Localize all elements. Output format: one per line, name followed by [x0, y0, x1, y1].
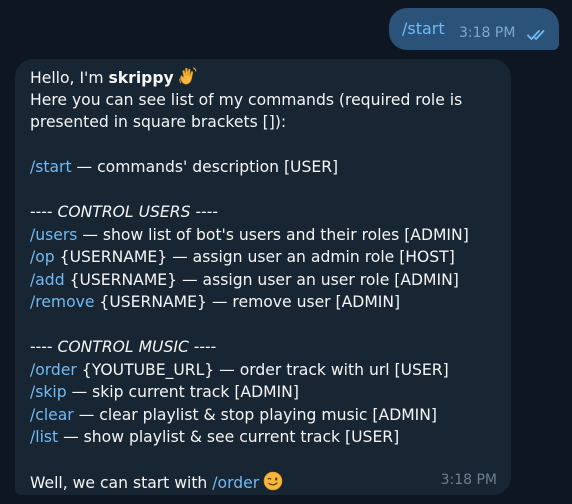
command-link-skip[interactable]: /skip: [30, 383, 67, 401]
section-suffix: ----: [190, 203, 218, 221]
double-check-icon: [527, 26, 547, 45]
command-order-line: /order {YOUTUBE_URL} — order track with …: [30, 359, 500, 382]
command-link-clear[interactable]: /clear: [30, 406, 74, 424]
command-op-line: /op {USERNAME} — assign user an admin ro…: [30, 246, 500, 269]
greeting-line: Hello, I'm skrippy: [30, 66, 500, 89]
section-header-control-music: ---- CONTROL MUSIC ----: [30, 336, 500, 359]
command-skip-desc: — skip current track [ADMIN]: [66, 383, 299, 401]
section-prefix: ----: [30, 203, 58, 221]
outgoing-message-text[interactable]: /start: [402, 19, 445, 39]
intro-line-2: presented in square brackets []):: [30, 113, 287, 131]
outgoing-message-time: 3:18 PM: [459, 25, 516, 41]
command-op-desc: {USERNAME} — assign user an admin role […: [54, 248, 455, 266]
command-link-start[interactable]: /start: [30, 158, 72, 176]
section-prefix: ----: [30, 338, 58, 356]
command-link-add[interactable]: /add: [30, 271, 65, 289]
incoming-message-time: 3:18 PM: [440, 472, 497, 488]
bot-name: skrippy: [108, 69, 174, 87]
chat-area: /start 3:18 PM Hello, I'm skrippy Here y…: [0, 0, 572, 504]
command-link-remove[interactable]: /remove: [30, 293, 94, 311]
command-clear-line: /clear — clear playlist & stop playing m…: [30, 404, 500, 427]
command-start-desc: — commands' description [USER]: [71, 158, 339, 176]
command-order-desc: {YOUTUBE_URL} — order track with url [US…: [76, 360, 449, 379]
winking-face-icon: [263, 471, 283, 498]
closing-line: Well, we can start with /order: [30, 471, 500, 494]
command-link-op[interactable]: /op: [30, 248, 55, 266]
command-remove-desc: {USERNAME} — remove user [ADMIN]: [94, 293, 401, 311]
incoming-message: Hello, I'm skrippy Here you can see list…: [15, 59, 511, 495]
command-list-line: /list — show playlist & see current trac…: [30, 426, 500, 449]
command-users-desc: — show list of bot's users and their rol…: [77, 225, 469, 244]
command-clear-desc: — clear playlist & stop playing music [A…: [73, 405, 437, 424]
command-skip-line: /skip — skip current track [ADMIN]: [30, 381, 500, 404]
section-suffix: ----: [188, 338, 217, 356]
incoming-message-text: Hello, I'm skrippy Here you can see list…: [30, 66, 500, 494]
command-add-line: /add {USERNAME} — assign user an user ro…: [30, 269, 500, 292]
outgoing-message[interactable]: /start 3:18 PM: [389, 8, 559, 50]
command-link-order[interactable]: /order: [30, 361, 77, 379]
intro-line-1: Here you can see list of my commands (re…: [30, 90, 463, 109]
section-title-control-music: CONTROL MUSIC: [57, 338, 189, 356]
closing-prefix: Well, we can start with: [30, 474, 213, 492]
command-start-line: /start — commands' description [USER]: [30, 156, 500, 179]
command-list-desc: — show playlist & see current track [USE…: [58, 428, 400, 446]
section-header-control-users: ---- CONTROL USERS ----: [30, 201, 500, 224]
command-remove-line: /remove {USERNAME} — remove user [ADMIN]: [30, 291, 500, 314]
section-title-control-users: CONTROL USERS: [57, 203, 191, 221]
command-link-users[interactable]: /users: [30, 226, 77, 244]
command-link-list[interactable]: /list: [30, 428, 58, 446]
greeting-prefix: Hello, I'm: [30, 69, 109, 87]
command-add-desc: {USERNAME} — assign user an user role [A…: [64, 270, 459, 289]
command-link-order-closing[interactable]: /order: [212, 474, 259, 492]
command-users-line: /users — show list of bot's users and th…: [30, 224, 500, 247]
